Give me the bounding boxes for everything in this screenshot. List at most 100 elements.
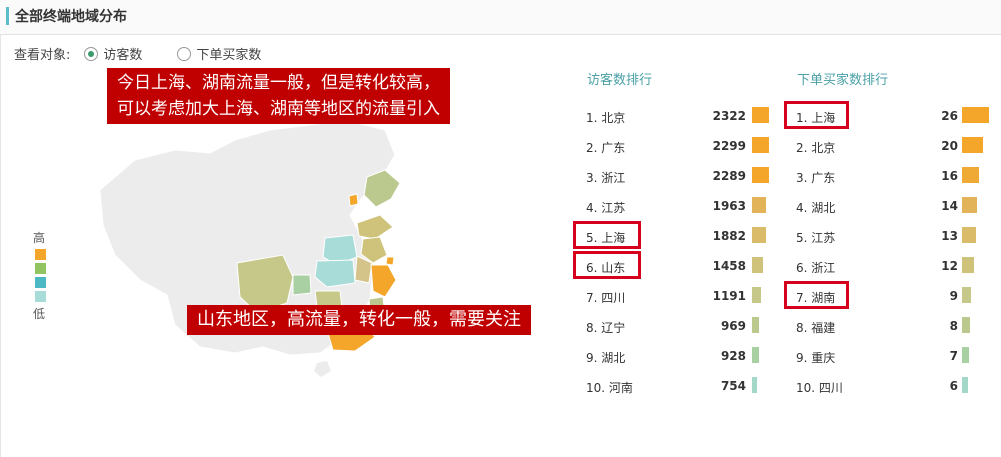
rank-bar [962,107,989,123]
rank-row: 1. 上海 26 [784,101,991,133]
rank-row: 2. 广东 2299 [586,133,776,163]
map-shanghai [385,256,395,266]
rank-row: 2. 北京 20 [796,133,991,163]
view-by-label: 查看对象: [14,48,71,63]
rank-bar [752,197,766,213]
rank-value: 969 [720,319,746,333]
legend-low-label: 低 [33,307,46,321]
rank-row: 8. 辽宁 969 [586,313,776,343]
rank-region-name: 1. 北京 [586,111,626,125]
map-shandong [356,214,394,240]
legend-swatch-2 [35,263,46,274]
rank-bar [962,197,977,213]
radio-buyers-label: 下单买家数 [196,48,262,63]
rank-row: 4. 湖北 14 [796,193,991,223]
rank-row: 1. 北京 2322 [586,103,776,133]
legend-high-label: 高 [33,231,46,245]
rank-value: 16 [941,169,958,183]
rank-value: 2322 [712,109,746,123]
header-accent-bar [6,7,9,25]
rank-bar [962,137,983,153]
rank-bar [752,227,766,243]
rank-region-name: 5. 江苏 [796,231,836,245]
rank-row: 5. 江苏 13 [796,223,991,253]
visitors-rank-list: 1. 北京 2322 2. 广东 2299 3. 浙江 2289 4. 江苏 1963 5. 上… [573,103,776,403]
rank-row: 5. 上海 1882 [573,221,776,253]
rank-value: 1963 [712,199,746,213]
rank-region-name: 3. 广东 [796,171,836,185]
rank-region-name: 2. 广东 [586,141,626,155]
rank-value: 26 [941,109,958,123]
rank-value: 1882 [712,229,746,243]
rank-value: 7 [949,349,958,363]
rank-row: 6. 山东 1458 [573,251,776,283]
rank-bar [752,137,769,153]
map-chongqing [292,274,312,296]
legend-swatch-3 [35,277,46,288]
rank-value: 2299 [712,139,746,153]
buyers-rank-list: 1. 上海 26 2. 北京 20 3. 广东 16 4. 湖北 14 5. 江苏 13 6. 浙江… [784,101,991,403]
rank-value: 8 [949,319,958,333]
rank-row: 3. 广东 16 [796,163,991,193]
radio-selected-icon [84,46,99,61]
rank-region-name: 4. 江苏 [586,201,626,215]
rank-row: 6. 浙江 12 [796,253,991,283]
highlight-box [784,281,849,309]
rank-bar [752,257,763,273]
china-map [99,119,401,377]
highlight-box [784,101,849,129]
annotation-bottom: 山东地区，高流量，转化一般，需要关注 [187,305,531,335]
rank-region-name: 2. 北京 [796,141,836,155]
rank-region-name: 4. 湖北 [796,201,836,215]
rank-row: 9. 湖北 928 [586,343,776,373]
rank-bar [962,347,969,363]
rank-bar [752,317,759,333]
radio-visitors[interactable]: 访客数 [84,44,142,63]
rank-row: 8. 福建 8 [796,313,991,343]
rank-region-name: 8. 辽宁 [586,321,626,335]
map-hainan [314,361,331,377]
rank-row: 7. 湖南 9 [784,281,991,313]
rank-bar [962,167,979,183]
rank-region-name: 10. 四川 [796,381,843,395]
panel-header: 全部终端地域分布 [0,0,1001,35]
highlight-box [573,251,641,279]
rank-value: 1458 [712,259,746,273]
rank-value: 1191 [712,289,746,303]
rank-row: 10. 四川 6 [796,373,991,403]
panel-border [0,34,1,457]
rank-region-name: 7. 四川 [586,291,626,305]
rank-bar [752,167,769,183]
rank-value: 754 [720,379,746,393]
map-zhejiang [370,264,397,298]
annotation-top-line1: 今日上海、湖南流量一般，但是转化较高， [117,73,440,93]
map-liaoning [363,169,401,208]
legend-swatch-1 [35,249,46,260]
rank-region-name: 6. 浙江 [796,261,836,275]
rank-row: 9. 重庆 7 [796,343,991,373]
rank-region-name: 10. 河南 [586,381,633,395]
radio-visitors-label: 访客数 [103,48,143,63]
rank-value: 12 [941,259,958,273]
map-beijing [348,193,359,207]
rank-bar [962,227,976,243]
annotation-top: 今日上海、湖南流量一般，但是转化较高， 可以考虑加大上海、湖南等地区的流量引入 [107,68,450,124]
map-legend: 高 低 [33,229,46,322]
rank-bar [962,377,968,393]
rank-value: 14 [941,199,958,213]
rank-bar [752,347,759,363]
rank-region-name: 9. 湖北 [586,351,626,365]
rank-value: 9 [949,289,958,303]
buyers-rank-title: 下单买家数排行 [797,73,889,88]
visitors-rank-title: 访客数排行 [587,73,653,88]
rank-region-name: 3. 浙江 [586,171,626,185]
rank-bar [752,377,757,393]
rank-bar [752,107,769,123]
rank-bar [752,287,761,303]
annotation-top-line2: 可以考虑加大上海、湖南等地区的流量引入 [117,99,440,119]
rank-value: 20 [941,139,958,153]
rank-row: 3. 浙江 2289 [586,163,776,193]
radio-buyers[interactable]: 下单买家数 [177,44,261,63]
radio-unselected-icon [177,46,192,61]
rank-row: 7. 四川 1191 [586,283,776,313]
